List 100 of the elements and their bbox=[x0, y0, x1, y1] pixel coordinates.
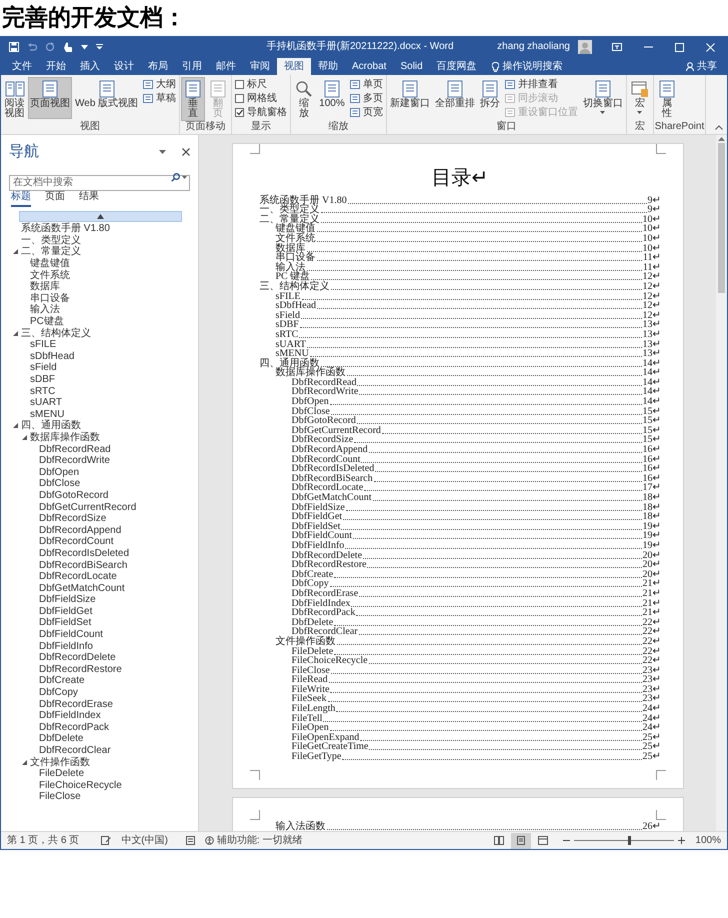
toc-entry[interactable]: 三、结构体定义 bbox=[260, 282, 330, 292]
ribbon-button[interactable]: 100% bbox=[317, 77, 347, 119]
ribbon-button[interactable]: 单页 bbox=[348, 78, 385, 91]
heading-item[interactable]: DbfGotoRecord bbox=[39, 490, 108, 501]
toc-entry[interactable]: DbfGetMatchCount bbox=[292, 493, 372, 503]
toc-entry[interactable]: FileClose bbox=[292, 666, 330, 676]
zoom-in-icon[interactable] bbox=[678, 837, 686, 844]
toc-entry[interactable]: DbfFieldSet bbox=[292, 522, 340, 532]
toc-entry[interactable]: DbfRecordClear bbox=[292, 627, 358, 638]
ribbon-tab[interactable]: 设计 bbox=[107, 58, 141, 75]
ribbon-button[interactable]: 页面视图 bbox=[28, 77, 72, 119]
toc-entry[interactable]: FileRead bbox=[292, 675, 328, 686]
ribbon-button[interactable]: 属性 bbox=[654, 77, 679, 121]
toc-entry[interactable]: DbfRecordPack bbox=[292, 608, 356, 618]
toc-entry[interactable]: DbfRecordErase bbox=[292, 588, 358, 599]
toc-entry[interactable]: 输入法函数 bbox=[276, 822, 326, 831]
toc-entry[interactable]: DbfOpen bbox=[292, 397, 329, 408]
ribbon-button[interactable]: 全部重排 bbox=[432, 77, 477, 119]
language-indicator[interactable]: 中文(中国) bbox=[121, 834, 168, 846]
heading-item[interactable]: sField bbox=[30, 362, 57, 374]
toc-entry[interactable]: 系统函数手册 V1.80 bbox=[260, 196, 347, 206]
zoom-out-icon[interactable] bbox=[563, 837, 570, 844]
scrollbar-thumb[interactable] bbox=[718, 143, 725, 293]
heading-item[interactable]: FileClose bbox=[39, 791, 81, 802]
ribbon-button[interactable]: 拆分 bbox=[478, 77, 502, 119]
toc-entry[interactable]: DbfFieldInfo bbox=[292, 540, 344, 551]
heading-item[interactable]: sDBF bbox=[30, 374, 55, 386]
pane-tab[interactable]: 结果 bbox=[79, 189, 99, 207]
ribbon-button[interactable]: 宏 bbox=[628, 77, 652, 119]
heading-item[interactable]: DbfFieldSet bbox=[39, 617, 92, 628]
toc-entry[interactable]: 数据库操作函数 bbox=[276, 368, 346, 378]
ribbon-tab[interactable]: Acrobat bbox=[345, 58, 394, 75]
expand-icon[interactable] bbox=[22, 760, 27, 765]
heading-item[interactable]: DbfRecordSize bbox=[39, 513, 106, 524]
toc-entry[interactable]: FileOpenExpand bbox=[292, 732, 360, 743]
ribbon-tab[interactable]: 邮件 bbox=[209, 58, 243, 75]
toc-entry[interactable]: DbfRecordBiSearch bbox=[292, 474, 373, 484]
search-icon[interactable] bbox=[171, 173, 180, 182]
heading-item[interactable]: DbfRecordErase bbox=[39, 698, 113, 710]
ribbon-tab[interactable]: 引用 bbox=[175, 58, 209, 75]
ribbon-button[interactable]: 缩放 bbox=[292, 77, 316, 121]
toc-entry[interactable]: FileLength bbox=[292, 704, 336, 714]
heading-item[interactable]: DbfClose bbox=[39, 478, 80, 490]
toc-entry[interactable]: DbfRecordRead bbox=[292, 378, 356, 388]
toc-entry[interactable]: DbfRecordIsDeleted bbox=[292, 464, 374, 474]
expand-icon[interactable] bbox=[13, 249, 18, 254]
ribbon-button[interactable]: 大纲 bbox=[141, 78, 178, 91]
heading-item[interactable]: DbfRecordWrite bbox=[39, 455, 110, 466]
toc-entry[interactable]: DbfCreate bbox=[292, 570, 334, 580]
dropdown-icon[interactable] bbox=[159, 150, 166, 154]
heading-item[interactable]: DbfRecordCount bbox=[39, 536, 114, 548]
expand-icon[interactable] bbox=[13, 423, 18, 428]
toc-entry[interactable]: DbfFieldCount bbox=[292, 531, 352, 542]
heading-item[interactable]: 数据库操作函数 bbox=[30, 432, 100, 443]
ribbon-tab[interactable]: 百度网盘 bbox=[430, 58, 484, 75]
toc-entry[interactable]: FileGetType bbox=[292, 752, 342, 762]
heading-item[interactable]: DbfRecordBiSearch bbox=[39, 560, 128, 571]
toc-entry[interactable]: DbfFieldGet bbox=[292, 512, 342, 522]
heading-item[interactable]: DbfRecordClear bbox=[39, 745, 111, 756]
toc-entry[interactable]: DbfFieldSize bbox=[292, 502, 345, 513]
heading-item[interactable]: DbfGetCurrentRecord bbox=[39, 502, 136, 513]
toc-entry[interactable]: sFILE bbox=[276, 292, 300, 302]
ribbon-button[interactable]: 垂直 bbox=[181, 77, 206, 121]
ribbon-button[interactable]: 阅读视图 bbox=[2, 77, 27, 121]
close-icon[interactable] bbox=[182, 148, 190, 156]
heading-item[interactable]: sRTC bbox=[30, 386, 56, 397]
heading-item[interactable]: sUART bbox=[30, 397, 62, 408]
heading-item[interactable]: 系统函数手册 V1.80 bbox=[21, 223, 110, 234]
ribbon-button[interactable]: 并排查看 bbox=[502, 78, 580, 91]
toc-entry[interactable]: sField bbox=[276, 310, 300, 321]
toc-entry[interactable]: DbfRecordLocate bbox=[292, 483, 364, 494]
zoom-percent[interactable]: 100% bbox=[695, 834, 721, 846]
toc-entry[interactable]: 文件系统 bbox=[276, 234, 316, 244]
heading-item[interactable]: 键盘键值 bbox=[30, 258, 70, 270]
tell-me-search[interactable]: 操作说明搜索 bbox=[502, 60, 563, 72]
toc-entry[interactable]: FileTell bbox=[292, 714, 322, 724]
heading-item[interactable]: DbfRecordRestore bbox=[39, 664, 122, 675]
expand-icon[interactable] bbox=[13, 330, 18, 336]
ribbon-tab[interactable]: 文件 bbox=[5, 58, 39, 75]
heading-item[interactable]: DbfDelete bbox=[39, 733, 84, 744]
heading-item[interactable]: PC键盘 bbox=[30, 316, 64, 328]
heading-item[interactable]: DbfRecordPack bbox=[39, 722, 110, 733]
ribbon-tab[interactable]: 帮助 bbox=[311, 58, 345, 75]
ribbon-tab[interactable]: 开始 bbox=[39, 58, 73, 75]
slider-thumb[interactable] bbox=[628, 836, 631, 845]
heading-item[interactable]: 四、通用函数 bbox=[21, 420, 81, 432]
lightbulb-icon[interactable] bbox=[492, 62, 499, 72]
ribbon-display-icon[interactable] bbox=[612, 43, 622, 51]
heading-item[interactable]: DbfCopy bbox=[39, 687, 78, 698]
heading-item[interactable]: DbfFieldIndex bbox=[39, 710, 101, 722]
toc-entry[interactable]: DbfClose bbox=[292, 406, 330, 417]
toc-entry[interactable]: FileOpen bbox=[292, 723, 329, 734]
checkbox[interactable]: 导航窗格 bbox=[233, 106, 290, 119]
heading-item[interactable]: DbfCreate bbox=[39, 675, 85, 686]
share-button[interactable]: 共享 bbox=[680, 58, 723, 75]
page-count[interactable]: 第 1 页，共 6 页 bbox=[7, 834, 80, 846]
toc-entry[interactable]: DbfCopy bbox=[292, 579, 329, 590]
toc-entry[interactable]: DbfRecordAppend bbox=[292, 445, 368, 456]
checkbox[interactable]: 网格线 bbox=[233, 92, 290, 105]
heading-item[interactable]: DbfFieldGet bbox=[39, 606, 92, 617]
